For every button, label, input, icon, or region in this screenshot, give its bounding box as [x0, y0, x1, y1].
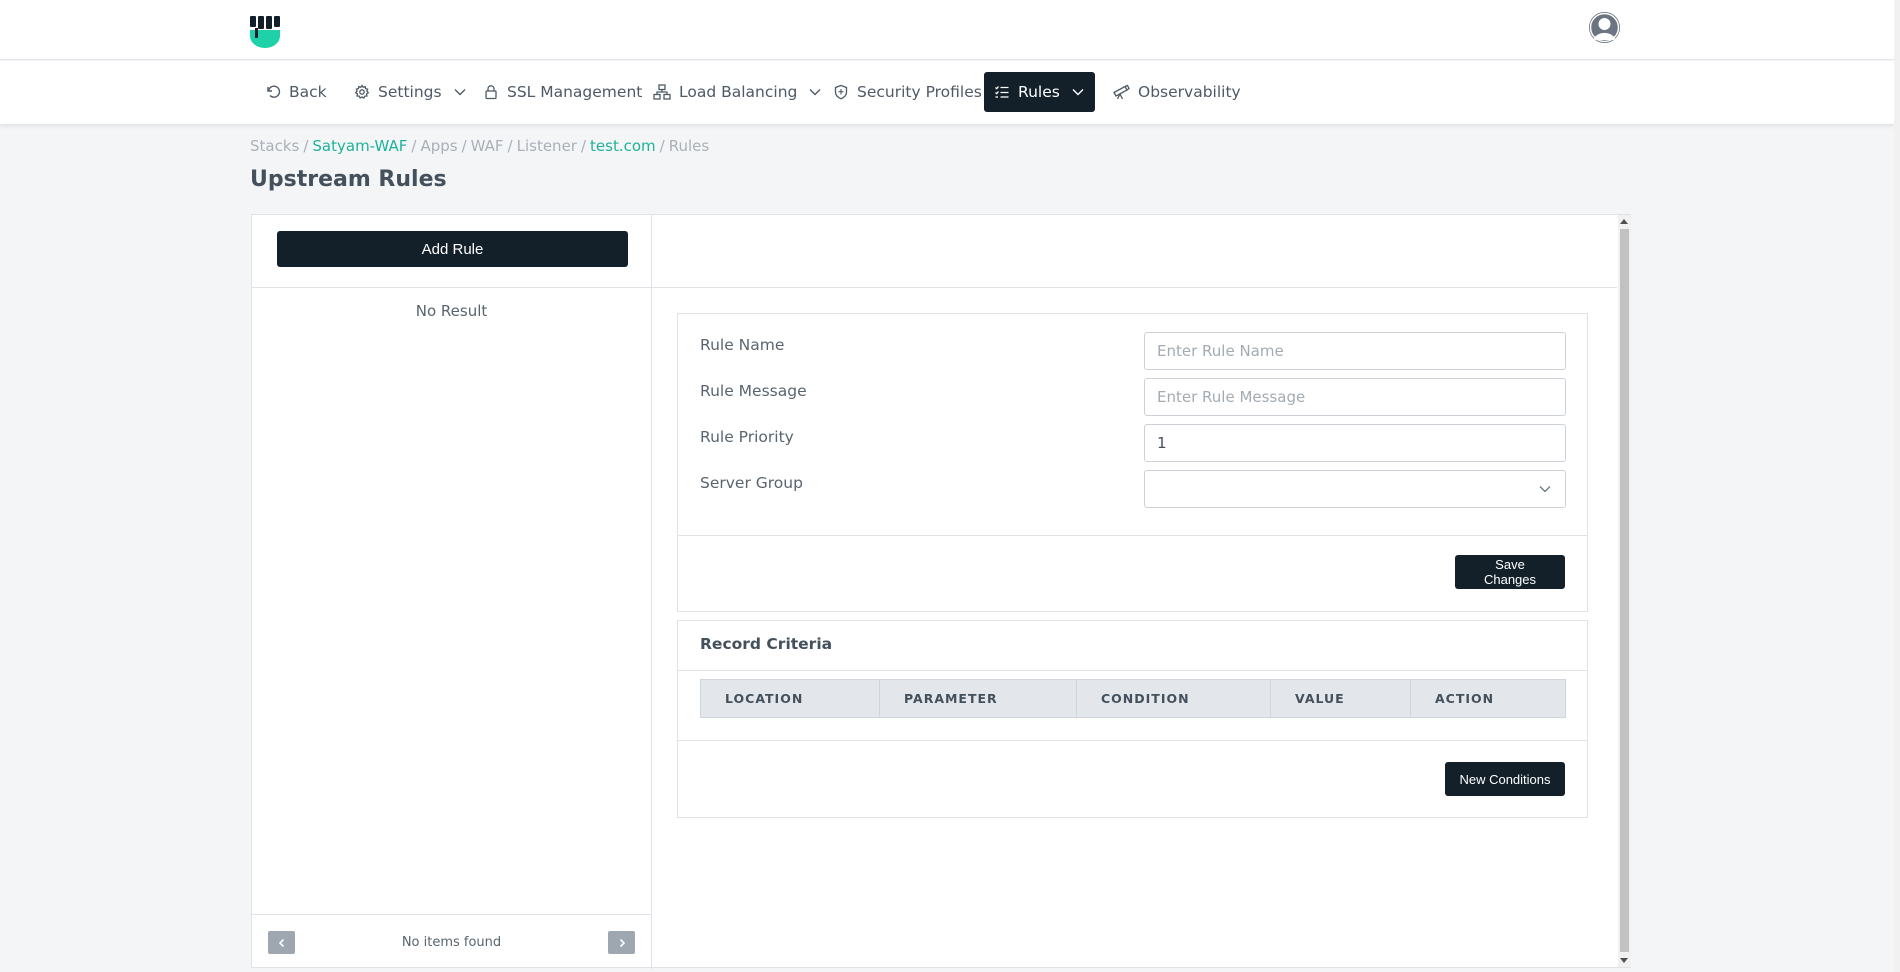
rule-message-input[interactable]: [1144, 378, 1566, 416]
chevron-down-icon: [1072, 89, 1084, 96]
nav-item-load-balancing[interactable]: Load Balancing: [643, 72, 831, 112]
breadcrumb-item-waf[interactable]: WAF: [471, 137, 504, 155]
rule-name-row: Rule Name: [700, 332, 1566, 370]
nav-item-label: Settings: [378, 83, 442, 101]
save-changes-button[interactable]: Save Changes: [1455, 555, 1565, 589]
rule-form-card: Rule Name Rule Message Rule Priority Ser…: [677, 313, 1588, 612]
scroll-down-arrow-icon[interactable]: [1620, 958, 1628, 963]
breadcrumb-item-stacks[interactable]: Stacks: [250, 137, 299, 155]
nav-bar: Back Settings SSL Management Load Balanc…: [0, 61, 1894, 125]
server-group-row: Server Group: [700, 470, 1566, 508]
column-header-location: LOCATION: [701, 680, 880, 717]
rule-priority-row: Rule Priority: [700, 424, 1566, 462]
rules-card: Add Rule No Result No items found Rule N…: [251, 214, 1631, 969]
nav-item-settings[interactable]: Settings: [344, 72, 476, 112]
gear-icon: [354, 84, 370, 99]
record-criteria-card: Record Criteria LOCATION PARAMETER CONDI…: [677, 620, 1588, 818]
rule-name-label: Rule Name: [700, 336, 785, 354]
user-avatar[interactable]: [1589, 12, 1620, 43]
server-group-select[interactable]: [1144, 470, 1566, 508]
criteria-divider: [678, 670, 1587, 671]
rules-list-header: Add Rule: [252, 215, 651, 288]
nav-item-label: SSL Management: [507, 83, 643, 101]
rules-list-panel: Add Rule No Result No items found: [252, 215, 652, 969]
breadcrumb-item-apps[interactable]: Apps: [420, 137, 457, 155]
rule-priority-label: Rule Priority: [700, 428, 794, 446]
nav-item-back[interactable]: Back: [255, 72, 337, 112]
brand-logo[interactable]: [250, 16, 280, 48]
criteria-footer-divider: [678, 740, 1587, 741]
new-conditions-button[interactable]: New Conditions: [1445, 762, 1565, 796]
chevron-down-icon: [1539, 486, 1551, 493]
empty-state-text: No Result: [415, 302, 488, 320]
nav-item-observability[interactable]: Observability: [1102, 72, 1251, 112]
nav-item-security-profiles[interactable]: Security Profiles: [823, 72, 992, 112]
next-page-button[interactable]: [608, 931, 635, 954]
rule-message-row: Rule Message: [700, 378, 1566, 416]
breadcrumb-item-stack-name[interactable]: Satyam-WAF: [312, 137, 407, 155]
nav-item-rules[interactable]: Rules: [984, 72, 1095, 112]
nav-item-label: Back: [289, 83, 327, 101]
nav-item-ssl-management[interactable]: SSL Management: [473, 72, 652, 112]
rule-name-input[interactable]: [1144, 332, 1566, 370]
nav-item-label: Security Profiles: [857, 83, 982, 101]
pagination: No items found: [252, 914, 651, 969]
criteria-table-header: LOCATION PARAMETER CONDITION VALUE ACTIO…: [700, 679, 1566, 718]
breadcrumb-item-domain[interactable]: test.com: [590, 137, 656, 155]
telescope-icon: [1113, 84, 1130, 100]
nav-item-label: Rules: [1018, 83, 1060, 101]
pagination-info: No items found: [401, 935, 502, 950]
breadcrumb-item-rules: Rules: [668, 137, 710, 155]
detail-scrollbar[interactable]: [1618, 215, 1631, 967]
column-header-action: ACTION: [1435, 691, 1495, 706]
top-bar: [0, 0, 1894, 60]
rule-detail-header: [652, 215, 1617, 288]
record-criteria-title: Record Criteria: [700, 635, 833, 653]
chevron-right-icon: [619, 938, 625, 947]
page-title: Upstream Rules: [250, 167, 447, 192]
nav-item-label: Observability: [1138, 83, 1241, 101]
breadcrumb-item-listener[interactable]: Listener: [517, 137, 577, 155]
list-check-icon: [995, 86, 1009, 98]
nav-item-label: Load Balancing: [679, 83, 798, 101]
breadcrumb: Stacks / Satyam-WAF / Apps / WAF / Listener / test…: [250, 137, 710, 155]
scroll-thumb[interactable]: [1620, 229, 1629, 952]
server-group-label: Server Group: [700, 474, 803, 492]
rule-message-label: Rule Message: [700, 382, 807, 400]
scroll-up-arrow-icon[interactable]: [1620, 219, 1628, 224]
column-header-condition: CONDITION: [1077, 680, 1271, 717]
network-icon: [653, 84, 671, 100]
page-scrollbar[interactable]: [1894, 0, 1900, 972]
chevron-down-icon: [809, 89, 821, 96]
add-rule-button[interactable]: Add Rule: [277, 231, 628, 267]
chevron-down-icon: [454, 89, 466, 96]
column-header-parameter: PARAMETER: [880, 680, 1077, 717]
back-arrow-icon: [267, 85, 281, 98]
shield-icon: [834, 84, 848, 100]
rule-priority-input[interactable]: [1144, 424, 1566, 462]
column-header-value: VALUE: [1271, 680, 1411, 717]
lock-icon: [485, 85, 497, 100]
form-divider: [678, 535, 1587, 536]
